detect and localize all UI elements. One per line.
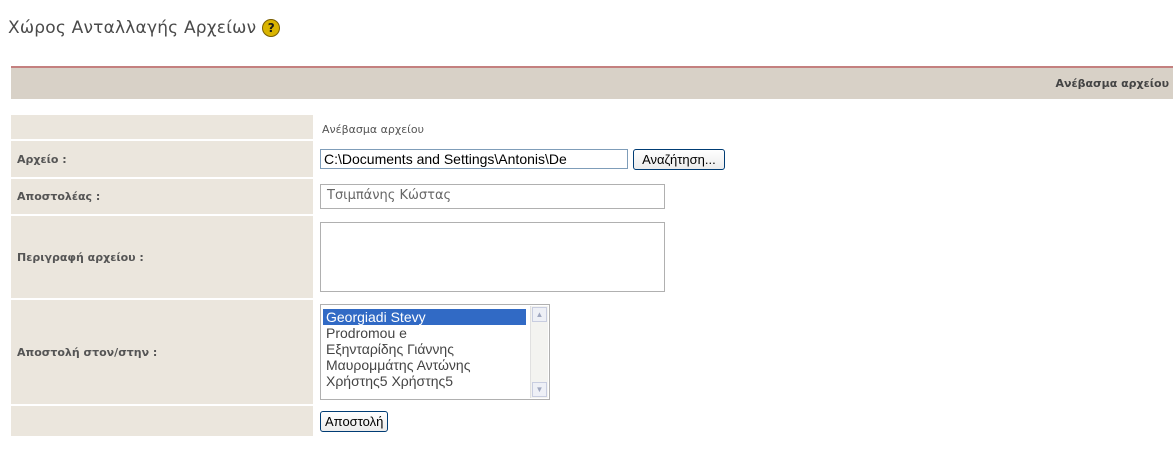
section-header-label: Ανέβασμα αρχείου <box>1055 77 1169 90</box>
empty-label-cell <box>11 406 313 436</box>
recipients-options: Georgiadi Stevy Prodromou e Εξηνταρίδης … <box>323 309 526 389</box>
submit-button[interactable]: Αποστολή <box>320 410 389 432</box>
recipients-label: Αποστολή στον/στην : <box>11 300 313 404</box>
scroll-down-arrow-icon[interactable]: ▼ <box>532 382 547 397</box>
sender-cell: Τσιμπάνης Κώστας <box>313 179 1173 214</box>
scroll-up-arrow-icon[interactable]: ▲ <box>532 307 547 322</box>
recipient-option[interactable]: Χρήστης5 Χρήστης5 <box>323 373 526 389</box>
form-row-recipients: Αποστολή στον/στην : Georgiadi Stevy Pro… <box>11 300 1173 404</box>
form-row-file: Αρχείο : C:\Documents and Settings\Anton… <box>11 141 1173 177</box>
recipients-cell: Georgiadi Stevy Prodromou e Εξηνταρίδης … <box>313 300 1173 404</box>
description-label: Περιγραφή αρχείου : <box>11 216 313 298</box>
submit-cell: Αποστολή <box>313 406 1173 436</box>
description-cell <box>313 216 1173 298</box>
form-row-sender: Αποστολέας : Τσιμπάνης Κώστας <box>11 179 1173 214</box>
form-row-description: Περιγραφή αρχείου : <box>11 216 1173 298</box>
recipient-option[interactable]: Georgiadi Stevy <box>323 309 526 325</box>
recipients-listbox[interactable]: Georgiadi Stevy Prodromou e Εξηνταρίδης … <box>320 304 550 400</box>
recipient-option[interactable]: Prodromou e <box>323 325 526 341</box>
page-title: Χώρος Ανταλλαγής Αρχείων ? <box>8 18 281 38</box>
sender-label: Αποστολέας : <box>11 179 313 214</box>
help-icon[interactable]: ? <box>262 19 281 37</box>
recipient-option[interactable]: Εξηνταρίδης Γιάννης <box>323 341 526 357</box>
browse-button[interactable]: Αναζήτηση... <box>633 148 725 170</box>
empty-label-cell <box>11 115 313 139</box>
file-path-input[interactable]: C:\Documents and Settings\Antonis\De <box>320 149 628 169</box>
file-cell: C:\Documents and Settings\Antonis\De Ανα… <box>313 141 1173 177</box>
listbox-scrollbar[interactable]: ▲ ▼ <box>530 306 548 398</box>
section-header-bar: Ανέβασμα αρχείου <box>11 66 1173 99</box>
form-row-section: Ανέβασμα αρχείου <box>11 115 1173 139</box>
form-row-submit: Αποστολή <box>11 406 1173 436</box>
recipient-option[interactable]: Μαυρομμάτης Αντώνης <box>323 357 526 373</box>
form-section-label: Ανέβασμα αρχείου <box>322 122 424 136</box>
sender-field[interactable]: Τσιμπάνης Κώστας <box>320 184 665 209</box>
upload-form: Ανέβασμα αρχείου Αρχείο : C:\Documents a… <box>11 113 1173 438</box>
description-textarea[interactable] <box>320 222 665 292</box>
page-title-text: Χώρος Ανταλλαγής Αρχείων <box>8 18 257 38</box>
file-label: Αρχείο : <box>11 141 313 177</box>
section-label-cell: Ανέβασμα αρχείου <box>313 115 1173 139</box>
